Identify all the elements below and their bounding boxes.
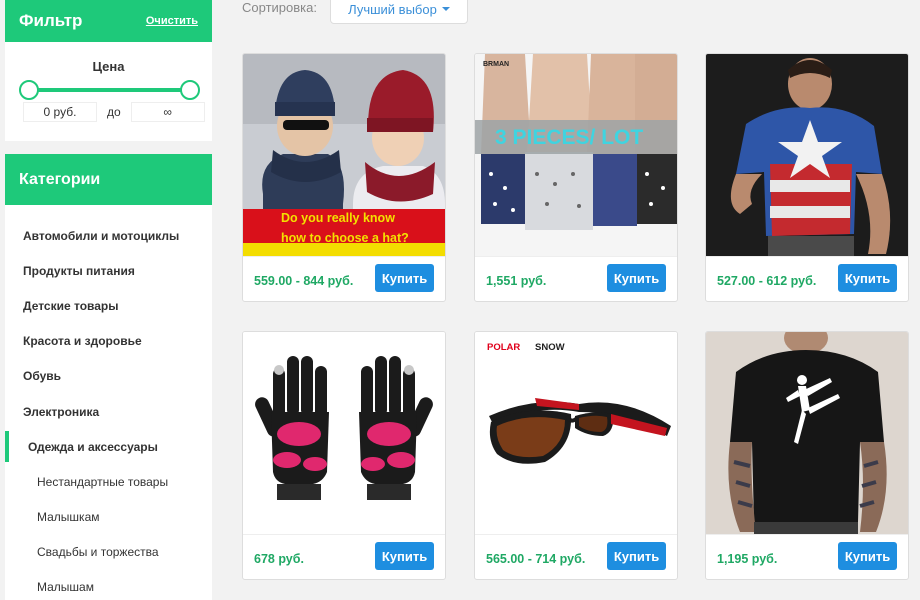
price-separator: до	[107, 105, 121, 119]
category-item-kids[interactable]: Детские товары	[5, 288, 212, 323]
subcategory-item-boys[interactable]: Малышам	[5, 570, 212, 600]
sunglasses-photo: POLAR SNOW	[475, 332, 677, 534]
product-image-tshirt[interactable]	[706, 332, 908, 535]
product-image-boxers[interactable]: 3 PIECES/ LOT BRMAN	[475, 54, 677, 257]
categories-panel: Категории Автомобили и мотоциклы Продукт…	[5, 154, 212, 600]
product-card[interactable]: 3 PIECES/ LOT BRMAN 1,551 руб. Купить	[474, 53, 678, 302]
product-card[interactable]: POLAR SNOW 565.00 - 714 руб. Купить	[474, 331, 678, 580]
sort-dropdown-value: Лучший выбор	[348, 1, 437, 17]
category-list: Автомобили и мотоциклы Продукты питания …	[5, 205, 212, 600]
buy-button[interactable]: Купить	[375, 542, 434, 570]
caret-down-icon	[441, 7, 450, 11]
subcategory-item-girls[interactable]: Малышкам	[5, 500, 212, 535]
sort-label: Сортировка:	[242, 0, 317, 15]
product-footer: 527.00 - 612 руб. Купить	[706, 258, 908, 301]
product-card[interactable]: Do you really know how to choose a hat? …	[242, 53, 446, 302]
filter-header: Фильтр Очистить	[5, 0, 212, 42]
gloves-photo	[243, 332, 445, 534]
category-item-clothing[interactable]: Одежда и аксессуары	[5, 429, 212, 464]
product-footer: 678 руб. Купить	[243, 536, 445, 579]
price-min-input[interactable]	[23, 102, 97, 122]
price-slider-min-handle[interactable]	[19, 80, 39, 100]
price-max-input[interactable]	[130, 102, 205, 122]
boxers-brand: BRMAN	[483, 61, 509, 68]
product-card[interactable]: 527.00 - 612 руб. Купить	[705, 53, 909, 302]
tshirt-photo	[706, 332, 908, 534]
buy-button[interactable]: Купить	[607, 542, 666, 570]
product-footer: 1,195 руб. Купить	[706, 536, 908, 579]
product-price: 559.00 - 844 руб.	[254, 274, 354, 288]
sunglasses-brand-b: SNOW	[535, 342, 565, 353]
buy-button[interactable]: Купить	[838, 542, 897, 570]
boxers-photo: 3 PIECES/ LOT BRMAN	[475, 54, 677, 256]
hats-photo: Do you really know how to choose a hat?	[243, 54, 445, 256]
product-price: 527.00 - 612 руб.	[717, 274, 817, 288]
sort-dropdown[interactable]: Лучший выбор	[330, 0, 468, 24]
product-price: 565.00 - 714 руб.	[486, 552, 586, 566]
buy-button[interactable]: Купить	[375, 264, 434, 292]
buy-button[interactable]: Купить	[838, 264, 897, 292]
hats-banner-line1: Do you really know	[281, 211, 395, 225]
clear-filter-link[interactable]: Очистить	[146, 15, 198, 27]
category-item-beauty[interactable]: Красота и здоровье	[5, 324, 212, 359]
buy-button[interactable]: Купить	[607, 264, 666, 292]
category-item-electronics[interactable]: Электроника	[5, 394, 212, 429]
product-card[interactable]: 678 руб. Купить	[242, 331, 446, 580]
product-price: 678 руб.	[254, 552, 304, 566]
product-footer: 565.00 - 714 руб. Купить	[475, 536, 677, 579]
sunglasses-brand-a: POLAR	[487, 342, 520, 353]
product-footer: 559.00 - 844 руб. Купить	[243, 258, 445, 301]
product-image-sunglasses[interactable]: POLAR SNOW	[475, 332, 677, 535]
hats-banner-line2: how to choose a hat?	[281, 231, 409, 245]
product-image-gloves[interactable]	[243, 332, 445, 535]
product-image-hero-shirt[interactable]	[706, 54, 908, 257]
product-footer: 1,551 руб. Купить	[475, 258, 677, 301]
price-inputs: до	[23, 102, 205, 122]
category-item-food[interactable]: Продукты питания	[5, 253, 212, 288]
price-slider-max-handle[interactable]	[180, 80, 200, 100]
product-price: 1,551 руб.	[486, 274, 547, 288]
hero-shirt-photo	[706, 54, 908, 256]
price-title: Цена	[92, 59, 125, 74]
categories-title: Категории	[5, 154, 212, 205]
subcategory-item-weddings[interactable]: Свадьбы и торжества	[5, 535, 212, 570]
product-price: 1,195 руб.	[717, 552, 778, 566]
category-item-auto[interactable]: Автомобили и мотоциклы	[5, 218, 212, 253]
product-image-hats[interactable]: Do you really know how to choose a hat?	[243, 54, 445, 257]
category-item-shoes[interactable]: Обувь	[5, 359, 212, 394]
product-card[interactable]: 1,195 руб. Купить	[705, 331, 909, 580]
price-slider[interactable]	[19, 80, 200, 100]
filter-title: Фильтр	[19, 11, 83, 30]
price-slider-track	[27, 88, 192, 92]
boxers-banner: 3 PIECES/ LOT	[495, 126, 643, 149]
subcategory-item-novelty[interactable]: Нестандартные товары	[5, 464, 212, 499]
filter-panel: Фильтр Очистить Цена до	[5, 0, 212, 141]
